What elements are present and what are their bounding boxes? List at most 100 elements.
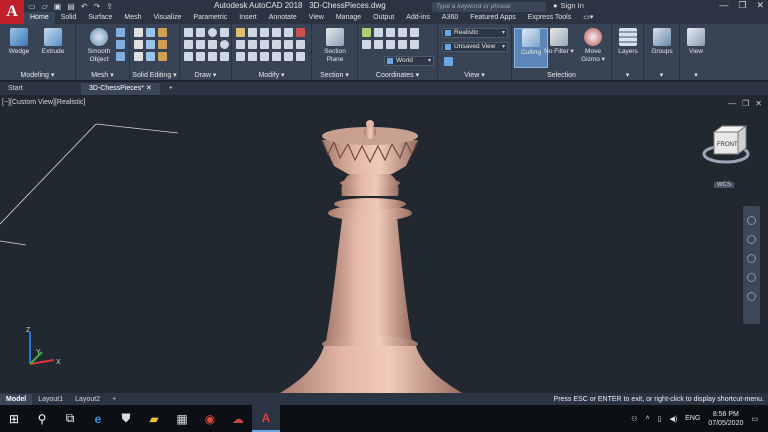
- close-viewport-icon[interactable]: ✕: [755, 99, 762, 108]
- new-tab-button[interactable]: +: [161, 83, 181, 95]
- open-icon[interactable]: ▱: [42, 2, 48, 11]
- viewcube[interactable]: FRONT: [702, 125, 750, 164]
- layout-tab-layout2[interactable]: Layout2: [69, 394, 106, 405]
- panel-title-mesh[interactable]: Mesh ▾: [76, 71, 129, 79]
- ucs-y-icon[interactable]: [374, 40, 383, 49]
- windows-start-icon[interactable]: ⊞: [0, 405, 28, 432]
- rectangle-icon[interactable]: [184, 52, 193, 61]
- language-indicator[interactable]: ENG: [685, 415, 700, 422]
- undo-icon[interactable]: ↶: [81, 2, 88, 11]
- lengthen-icon[interactable]: [296, 52, 305, 61]
- region-icon[interactable]: [208, 52, 217, 61]
- point-icon[interactable]: [220, 52, 229, 61]
- panel-title-modify[interactable]: Modify ▾: [232, 71, 311, 79]
- arc-icon[interactable]: [220, 28, 229, 37]
- extrude-button[interactable]: Extrude: [36, 28, 70, 56]
- notifications-icon[interactable]: ▭: [751, 415, 758, 423]
- layout-tab-model[interactable]: Model: [0, 393, 33, 405]
- tab-a360[interactable]: A360: [436, 12, 464, 24]
- edge-icon[interactable]: e: [84, 405, 112, 432]
- close-tab-icon[interactable]: ✕: [146, 85, 152, 92]
- store-icon[interactable]: ⛊: [112, 405, 140, 432]
- minimize-viewport-icon[interactable]: —: [728, 99, 736, 108]
- separate-icon[interactable]: [158, 52, 167, 61]
- imprint-icon[interactable]: [158, 40, 167, 49]
- new-icon[interactable]: ▭: [28, 2, 36, 11]
- join-icon[interactable]: [248, 52, 257, 61]
- visual-style-dropdown[interactable]: Realistic ▾: [442, 28, 508, 38]
- search-icon[interactable]: ⚲: [28, 405, 56, 432]
- section-plane-button[interactable]: Section Plane: [318, 28, 352, 64]
- layout-tab-layout1[interactable]: Layout1: [32, 394, 69, 405]
- tab-manage[interactable]: Manage: [330, 12, 367, 24]
- array-icon[interactable]: [260, 40, 269, 49]
- polyline-icon[interactable]: [196, 28, 205, 37]
- ucs-view-icon[interactable]: [410, 28, 419, 37]
- tab-visualize[interactable]: Visualize: [148, 12, 188, 24]
- network-icon[interactable]: ▯: [658, 415, 662, 423]
- panel-title-draw[interactable]: Draw ▾: [180, 71, 231, 79]
- tab-mesh[interactable]: Mesh: [118, 12, 147, 24]
- xline-icon[interactable]: [196, 40, 205, 49]
- minimize-icon[interactable]: —: [719, 0, 728, 11]
- circle-icon[interactable]: [208, 28, 217, 37]
- ucs-icon[interactable]: [362, 28, 371, 37]
- panel-title-modeling[interactable]: Modeling ▾: [0, 71, 75, 79]
- layers-button[interactable]: Layers: [612, 28, 644, 56]
- doc-tab-chess[interactable]: 3D-ChessPieces* ✕: [81, 83, 160, 95]
- layers-expand-icon[interactable]: ▾: [612, 71, 643, 79]
- volume-icon[interactable]: ◀): [669, 415, 677, 423]
- task-view-icon[interactable]: ⧉: [56, 405, 84, 432]
- mesh-tool-icon[interactable]: [116, 28, 125, 37]
- chevron-up-icon[interactable]: ˄: [645, 415, 649, 422]
- restore-viewport-icon[interactable]: ❐: [742, 99, 749, 108]
- tab-home[interactable]: Home: [24, 12, 55, 24]
- ucs-world-icon[interactable]: [374, 28, 383, 37]
- calculator-icon[interactable]: ▦: [168, 405, 196, 432]
- tab-surface[interactable]: Surface: [82, 12, 118, 24]
- tab-featured-apps[interactable]: Featured Apps: [464, 12, 522, 24]
- hatch-icon[interactable]: [196, 52, 205, 61]
- tab-parametric[interactable]: Parametric: [187, 12, 233, 24]
- stretch-icon[interactable]: [236, 40, 245, 49]
- chrome-icon[interactable]: ◉: [196, 405, 224, 432]
- view-button[interactable]: View: [680, 28, 712, 56]
- viewcube-face[interactable]: FRONT: [717, 142, 738, 148]
- explode-icon[interactable]: [284, 40, 293, 49]
- panel-title-view[interactable]: View ▾: [438, 71, 511, 79]
- pan-icon[interactable]: [747, 235, 756, 244]
- extract-icon[interactable]: [146, 52, 155, 61]
- ucs-object-icon[interactable]: [398, 40, 407, 49]
- no-filter-button[interactable]: No Filter ▾: [542, 28, 576, 56]
- trim-icon[interactable]: [284, 28, 293, 37]
- tab-insert[interactable]: Insert: [233, 12, 263, 24]
- line-icon[interactable]: [184, 28, 193, 37]
- subtract-icon[interactable]: [134, 40, 143, 49]
- panel-title-section[interactable]: Section ▾: [312, 71, 357, 79]
- copy-icon[interactable]: [260, 28, 269, 37]
- fillet-icon[interactable]: [272, 40, 281, 49]
- tab-express-tools[interactable]: Express Tools: [522, 12, 577, 24]
- smooth-object-button[interactable]: Smooth Object: [82, 28, 116, 64]
- save-icon[interactable]: ▣: [54, 2, 62, 11]
- slice-icon[interactable]: [146, 28, 155, 37]
- tab-annotate[interactable]: Annotate: [263, 12, 303, 24]
- ucs-dropdown[interactable]: World ▾: [384, 56, 434, 66]
- app-menu-button[interactable]: A: [0, 0, 24, 24]
- doc-tab-start[interactable]: Start: [0, 83, 80, 95]
- wcs-menu[interactable]: WCS: [714, 182, 734, 188]
- scale-icon[interactable]: [248, 40, 257, 49]
- share-icon[interactable]: ⇪: [106, 2, 113, 11]
- ucs-origin-icon[interactable]: [386, 28, 395, 37]
- tab-view[interactable]: View: [303, 12, 330, 24]
- showmotion-icon[interactable]: [747, 292, 756, 301]
- erase-icon[interactable]: [296, 28, 305, 37]
- app-icon[interactable]: ☁: [224, 405, 252, 432]
- ribbon-options-icon[interactable]: ▭▾: [577, 12, 599, 24]
- mirror-icon[interactable]: [272, 28, 281, 37]
- viewport-config-icon[interactable]: [444, 57, 453, 66]
- search-input[interactable]: Type a keyword or phrase: [432, 2, 546, 12]
- align-icon[interactable]: [236, 52, 245, 61]
- thicken-icon[interactable]: [146, 40, 155, 49]
- break-icon[interactable]: [260, 52, 269, 61]
